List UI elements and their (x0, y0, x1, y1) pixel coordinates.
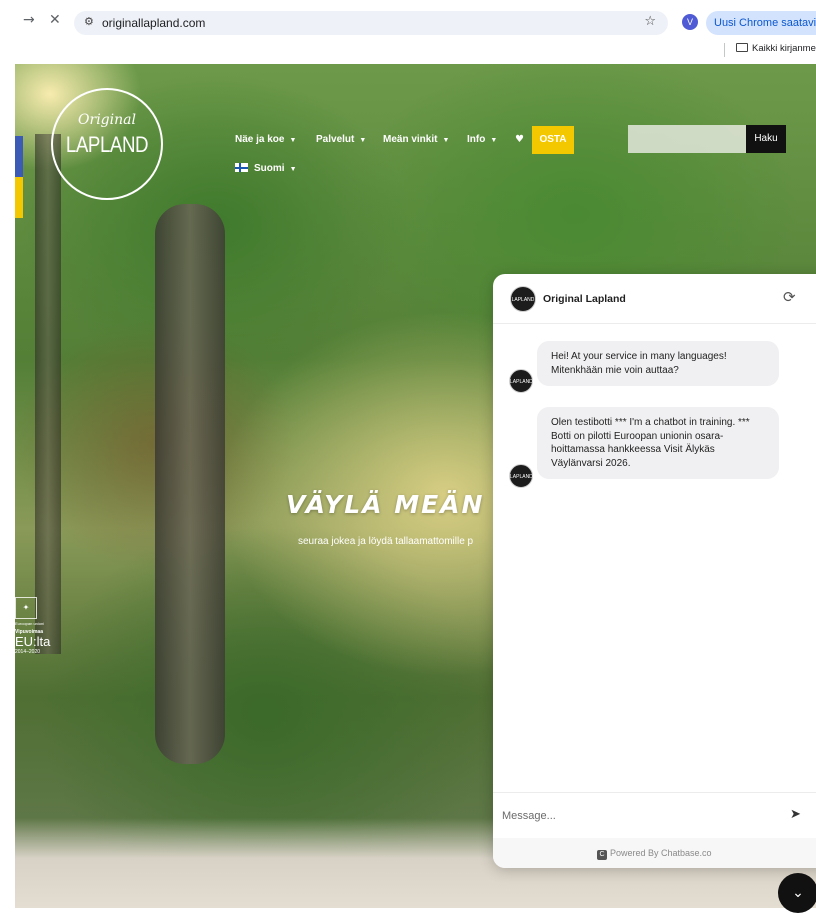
hero-subtitle: seuraa jokea ja löydä tallaamattomille p (298, 536, 474, 547)
language-selector[interactable]: Suomi ▼ (235, 163, 297, 174)
chevron-down-icon: ⌄ (792, 885, 804, 901)
side-tab[interactable] (15, 136, 23, 218)
eu-big-text: EU:lta (15, 634, 51, 649)
background-tree (155, 204, 225, 764)
menu-item-nae-ja-koe[interactable]: Näe ja koe ▼ (235, 134, 296, 145)
eu-funding-logo: ✦ Euroopan unioni Vipuvoimaa EU:lta 2014… (15, 597, 57, 655)
chat-message: Olen testibotti *** I'm a chatbot in tra… (537, 407, 779, 479)
menu-item-mean-vinkit[interactable]: Meän vinkit ▼ (383, 134, 449, 145)
profile-avatar[interactable]: V (682, 14, 698, 30)
chevron-down-icon: ▼ (289, 166, 297, 173)
message-input[interactable]: Message... ➤ (493, 792, 816, 838)
close-icon[interactable]: ✕ (49, 12, 61, 28)
chat-widget: LAPLAND Original Lapland ⟳ LAPLAND Hei! … (493, 274, 816, 868)
chatbase-icon: C (597, 850, 607, 860)
bookmark-divider (724, 43, 725, 57)
search-input[interactable] (628, 125, 746, 153)
buy-button[interactable]: OSTA (532, 126, 574, 154)
chat-toggle-button[interactable]: ⌄ (778, 873, 816, 913)
address-bar[interactable]: ⚙ originallapland.com ☆ (74, 11, 668, 35)
hero-title: VÄYLÄ MEÄN L (286, 490, 514, 519)
chrome-update-button[interactable]: Uusi Chrome saatavilla (706, 11, 816, 35)
eu-small-text: Euroopan unioni (15, 621, 45, 626)
chat-avatar: LAPLAND (510, 286, 536, 312)
finland-flag-icon (235, 163, 248, 172)
heart-icon[interactable]: ♥ (515, 134, 524, 145)
site-info-icon[interactable]: ⚙ (84, 15, 94, 28)
all-bookmarks-button[interactable]: Kaikki kirjanmerkit (736, 43, 816, 54)
eu-stars-icon: ✦ (15, 597, 37, 619)
send-icon[interactable]: ➤ (790, 807, 801, 822)
eu-years: 2014–2020 (15, 649, 41, 655)
refresh-icon[interactable]: ⟳ (783, 288, 796, 306)
site-logo[interactable]: Original LAPLAND (51, 88, 163, 200)
bot-avatar: LAPLAND (509, 369, 533, 393)
message-placeholder: Message... (502, 810, 556, 822)
search-button[interactable]: Haku (746, 125, 786, 153)
powered-by-text: Powered By Chatbase.co (610, 848, 712, 858)
url-text[interactable]: originallapland.com (102, 16, 205, 30)
all-bookmarks-label: Kaikki kirjanmerkit (752, 43, 816, 54)
chat-title: Original Lapland (543, 293, 626, 305)
menu-item-info[interactable]: Info ▼ (467, 134, 497, 145)
bot-avatar: LAPLAND (509, 464, 533, 488)
forward-icon[interactable]: → (23, 12, 35, 28)
language-label: Suomi (254, 163, 285, 174)
star-icon[interactable]: ☆ (644, 14, 656, 29)
chevron-down-icon: ▼ (289, 137, 297, 144)
chat-header: LAPLAND Original Lapland ⟳ (493, 274, 816, 324)
logo-main: LAPLAND (65, 132, 149, 157)
chevron-down-icon: ▼ (359, 137, 367, 144)
folder-icon (736, 43, 748, 52)
browser-chrome: → ✕ ⚙ originallapland.com ☆ V Uusi Chrom… (0, 0, 816, 64)
background-tree (35, 134, 61, 654)
chat-message: Hei! At your service in many languages! … (537, 341, 779, 386)
chevron-down-icon: ▼ (490, 137, 498, 144)
chevron-down-icon: ▼ (442, 137, 450, 144)
menu-item-palvelut[interactable]: Palvelut ▼ (316, 134, 366, 145)
logo-script: Original (78, 112, 136, 128)
powered-by-footer[interactable]: C Powered By Chatbase.co (493, 838, 816, 868)
